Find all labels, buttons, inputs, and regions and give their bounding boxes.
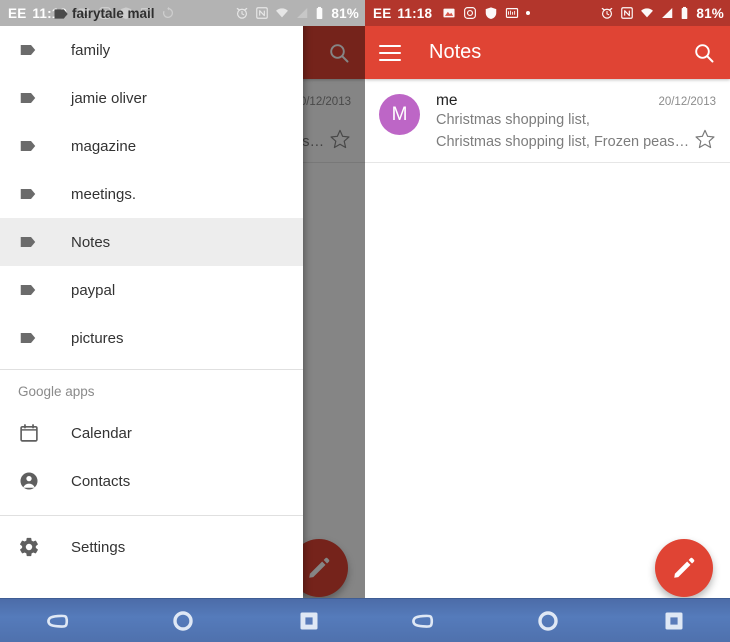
sidebar-item-label: Calendar — [71, 424, 132, 442]
camera-icon — [463, 6, 477, 20]
star-outline-icon[interactable] — [694, 128, 716, 150]
wifi-icon — [275, 6, 289, 20]
right-phone-screen: EE 11:18 81% Notes M me 20/12/2013 Chris… — [365, 0, 730, 642]
sidebar-item-label: Contacts — [71, 472, 131, 490]
mail-sender: me — [436, 92, 458, 109]
mail-content: me 20/12/2013 Christmas shopping list, C… — [436, 92, 716, 150]
page-title: Notes — [429, 41, 482, 63]
battery-icon — [315, 6, 324, 20]
sidebar-item-contacts[interactable]: Contacts — [0, 457, 303, 505]
gear-icon — [18, 536, 48, 558]
sidebar-item-calendar[interactable]: Calendar — [0, 409, 303, 457]
mail-subject: Christmas shopping list, — [436, 112, 590, 128]
shield-icon — [484, 6, 498, 20]
sidebar-item-meetings[interactable]: meetings. — [0, 170, 303, 218]
calendar-icon — [18, 422, 48, 444]
status-left-icons — [442, 6, 531, 20]
recents-icon[interactable] — [659, 606, 689, 636]
label-icon — [18, 279, 48, 301]
mail-snippet: Christmas shopping list, Frozen peas Si… — [436, 134, 690, 150]
battery-percent: 81% — [696, 5, 724, 21]
sidebar-item-label: Settings — [71, 538, 126, 556]
sidebar-item-label: paypal — [71, 281, 116, 299]
drawer-divider-2 — [0, 515, 303, 516]
signal-icon — [660, 6, 674, 20]
signal-icon — [295, 6, 309, 20]
home-icon[interactable] — [533, 606, 563, 636]
left-phone-screen: Notes M me 20/12/2013 Christmas shopping… — [0, 0, 365, 642]
right-nav-bar — [365, 598, 730, 642]
sidebar-item-label: pictures — [71, 329, 124, 347]
sidebar-item-family[interactable]: family — [0, 26, 303, 74]
status-right-icons: 81% — [235, 6, 359, 21]
alarm-icon — [600, 6, 614, 20]
status-carrier: EE — [373, 5, 392, 21]
label-icon — [52, 4, 72, 29]
screenshot-root: Notes M me 20/12/2013 Christmas shopping… — [0, 0, 730, 642]
nfc-icon — [620, 6, 634, 20]
sidebar-item-label: jamie oliver — [71, 89, 147, 107]
label-icon — [18, 231, 48, 253]
hamburger-icon[interactable] — [379, 44, 401, 61]
status-time: 11:18 — [397, 5, 433, 21]
sidebar-item-pictures[interactable]: pictures — [0, 314, 303, 362]
image-icon — [442, 6, 456, 20]
sidebar-item-paypal[interactable]: paypal — [0, 266, 303, 314]
search-icon[interactable] — [692, 41, 716, 65]
table-row[interactable]: M me 20/12/2013 Christmas shopping list,… — [365, 79, 730, 163]
label-icon — [18, 39, 48, 61]
avatar: M — [379, 94, 420, 135]
label-icon — [18, 87, 48, 109]
status-right-icons: 81% — [600, 6, 724, 21]
mail-date: 20/12/2013 — [658, 96, 716, 108]
pencil-icon — [674, 557, 695, 578]
sidebar-item-settings[interactable]: Settings — [0, 523, 303, 571]
alarm-icon — [235, 6, 249, 20]
wifi-icon — [640, 6, 654, 20]
dot-icon — [526, 11, 531, 15]
back-icon[interactable] — [407, 606, 437, 636]
right-app-bar: Notes — [365, 26, 730, 79]
contacts-icon — [18, 470, 48, 492]
home-icon[interactable] — [168, 606, 198, 636]
navigation-drawer: family jamie oliver magazine meetings. N… — [0, 0, 303, 598]
label-icon — [18, 327, 48, 349]
recents-icon[interactable] — [294, 606, 324, 636]
sidebar-item-label: Notes — [71, 233, 111, 251]
back-icon[interactable] — [42, 606, 72, 636]
sync-icon — [161, 6, 175, 20]
drawer-scroll-area[interactable]: family jamie oliver magazine meetings. N… — [0, 0, 303, 571]
label-icon — [18, 135, 48, 157]
left-nav-bar — [0, 598, 365, 642]
right-status-bar: EE 11:18 81% — [365, 0, 730, 26]
sidebar-item-jamie-oliver[interactable]: jamie oliver — [0, 74, 303, 122]
sidebar-item-magazine[interactable]: magazine — [0, 122, 303, 170]
battery-percent: 81% — [331, 5, 359, 21]
nfc-icon — [255, 6, 269, 20]
battery-icon — [680, 6, 689, 20]
app-icon — [505, 6, 519, 20]
sidebar-item-label: magazine — [71, 137, 137, 155]
sidebar-item-label: family — [71, 41, 111, 59]
sidebar-item-notes[interactable]: Notes — [0, 218, 303, 266]
compose-fab[interactable] — [655, 539, 713, 597]
drawer-account-title: fairytale mail — [72, 5, 155, 21]
status-carrier: EE — [8, 5, 27, 21]
label-icon — [18, 183, 48, 205]
drawer-section-title: Google apps — [18, 384, 95, 399]
sidebar-item-label: meetings. — [71, 185, 137, 203]
